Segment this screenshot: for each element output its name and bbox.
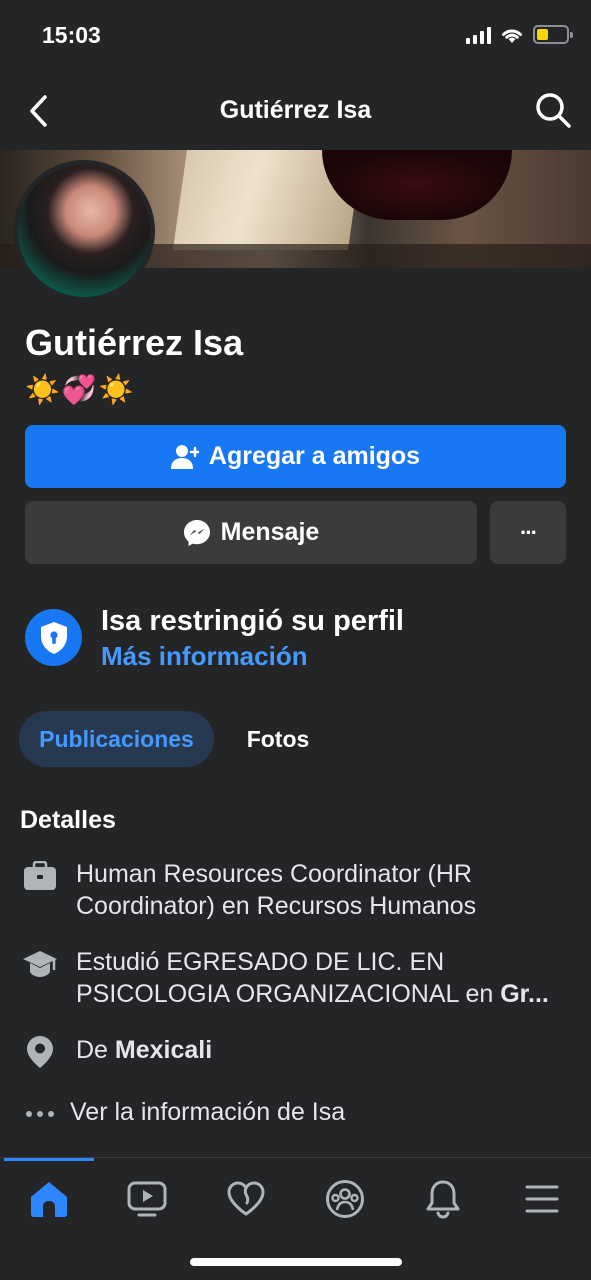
more-info-link[interactable]: Más información <box>101 641 308 672</box>
messenger-icon <box>183 519 210 546</box>
more-dots-icon: ··· <box>520 519 538 545</box>
more-dots-icon <box>22 1096 58 1132</box>
video-icon <box>127 1181 167 1217</box>
home-icon <box>31 1182 67 1217</box>
add-friend-button[interactable]: Agregar a amigos <box>25 425 566 488</box>
briefcase-icon <box>22 858 58 894</box>
education-text: Estudió EGRESADO DE LIC. EN PSICOLOGIA O… <box>76 946 569 1010</box>
location-pin-icon <box>22 1034 58 1070</box>
tab-photos[interactable]: Fotos <box>232 711 324 767</box>
tab-posts[interactable]: Publicaciones <box>19 711 214 767</box>
dating-heart-icon <box>227 1181 265 1216</box>
header: Gutiérrez Isa <box>0 72 591 150</box>
shield-lock-icon <box>25 609 82 666</box>
status-bar: 15:03 <box>0 0 591 72</box>
work-text: Human Resources Coordinator (HR Coordina… <box>76 860 477 920</box>
education-line2: PSICOLOGIA ORGANIZACIONAL en Gr... <box>76 978 569 1010</box>
profile-bio: ☀️💞☀️ <box>25 374 136 405</box>
education-line1: Estudió EGRESADO DE LIC. EN <box>76 948 445 976</box>
battery-icon <box>533 25 573 44</box>
message-label: Mensaje <box>220 518 320 546</box>
search-button[interactable] <box>533 90 573 130</box>
bell-icon <box>426 1180 460 1219</box>
menu-icon <box>525 1185 559 1213</box>
graduation-cap-icon <box>22 946 58 982</box>
groups-icon <box>326 1180 364 1218</box>
nav-dating[interactable] <box>223 1176 269 1222</box>
status-time: 15:03 <box>42 22 101 48</box>
more-options-button[interactable]: ··· <box>490 501 566 564</box>
nav-active-indicator <box>4 1158 94 1161</box>
nav-home[interactable] <box>26 1176 72 1222</box>
profile-avatar[interactable] <box>13 160 155 302</box>
profile-name: Gutiérrez Isa <box>25 322 244 363</box>
add-friend-label: Agregar a amigos <box>208 442 421 470</box>
cellular-signal-icon <box>466 26 491 44</box>
hometown-text: De Mexicali <box>76 1034 569 1066</box>
add-person-icon <box>170 444 199 469</box>
nav-menu[interactable] <box>519 1176 565 1222</box>
message-button[interactable]: Mensaje <box>25 501 477 564</box>
nav-video[interactable] <box>124 1176 170 1222</box>
education-line2-prefix: PSICOLOGIA ORGANIZACIONAL en <box>76 980 501 1008</box>
details-heading: Detalles <box>20 806 116 834</box>
status-icons <box>466 25 573 44</box>
hometown-prefix: De <box>76 1036 115 1064</box>
wifi-icon <box>502 29 522 43</box>
search-icon <box>536 93 571 128</box>
restricted-profile-title: Isa restringió su perfil <box>101 605 404 637</box>
education-school[interactable]: Gr... <box>500 980 549 1008</box>
nav-notifications[interactable] <box>420 1176 466 1222</box>
page-title: Gutiérrez Isa <box>219 96 372 124</box>
nav-groups[interactable] <box>322 1176 368 1222</box>
home-indicator[interactable] <box>190 1258 402 1266</box>
see-about-info-label[interactable]: Ver la información de Isa <box>70 1096 569 1128</box>
hometown-city[interactable]: Mexicali <box>115 1036 212 1064</box>
